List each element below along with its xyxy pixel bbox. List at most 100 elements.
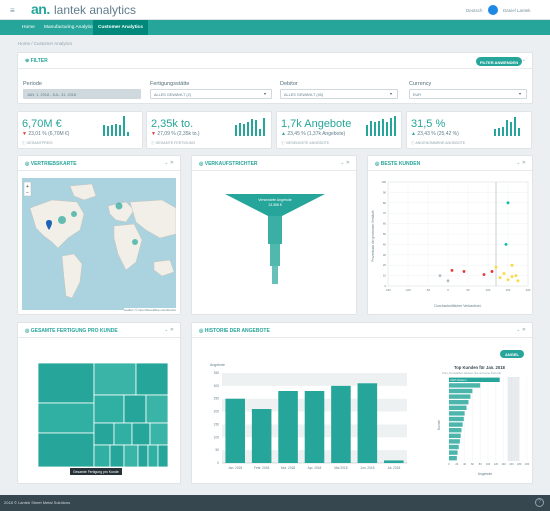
- language-selector[interactable]: Deutsch: [466, 8, 483, 13]
- scatter-point[interactable]: [438, 274, 442, 277]
- history-bar[interactable]: [357, 383, 378, 463]
- scatter-y-tick: 80: [383, 201, 387, 205]
- map-cluster[interactable]: [71, 211, 77, 217]
- side-bar[interactable]: [449, 411, 465, 416]
- kpi-sparkbars: [366, 116, 400, 136]
- kpi-bar: [506, 120, 509, 136]
- side-bar[interactable]: [449, 439, 460, 444]
- scatter-point[interactable]: [516, 279, 520, 283]
- debtor-select[interactable]: ALLES GEWÄHLT (40): [280, 89, 398, 99]
- side-bar[interactable]: [449, 383, 481, 388]
- history-bar[interactable]: [384, 460, 404, 463]
- scatter-point[interactable]: [498, 276, 502, 280]
- scatter-point[interactable]: [450, 269, 454, 272]
- kpi-sparkbars: [103, 116, 137, 136]
- currency-select[interactable]: EUR: [409, 89, 527, 99]
- apply-filter-button[interactable]: FILTER ANWENDEN: [476, 57, 522, 66]
- period-field[interactable]: JAN. 1, 2018 - JUL. 31, 2018: [23, 89, 141, 99]
- scatter-point[interactable]: [504, 243, 508, 246]
- treemap-cell[interactable]: [38, 363, 95, 404]
- side-bar[interactable]: [449, 405, 467, 410]
- scatter-point[interactable]: [462, 270, 466, 273]
- panel-controls[interactable]: ⌄ ✕: [516, 160, 526, 166]
- funnel-stage[interactable]: [268, 216, 282, 244]
- funnel-top-label: Versendete Angebote: [258, 198, 292, 202]
- treemap-cell[interactable]: [93, 363, 137, 396]
- map-cluster[interactable]: [58, 216, 66, 224]
- map-cluster[interactable]: [132, 239, 138, 245]
- side-bar[interactable]: [449, 416, 464, 422]
- panel-controls[interactable]: ⌄ ✕: [516, 327, 526, 333]
- treemap-cell[interactable]: [38, 402, 95, 434]
- funnel-stage[interactable]: [272, 266, 278, 284]
- treemap-cell[interactable]: [123, 394, 147, 424]
- map-cluster[interactable]: [115, 202, 123, 210]
- main-nav: Home Manufacturing Analytics Customer An…: [0, 20, 550, 35]
- filter-chevron-icon[interactable]: ⌄: [522, 57, 526, 63]
- treemap-cell[interactable]: [123, 444, 139, 467]
- plant-label: Fertigungsstätte: [150, 81, 190, 87]
- scatter-point[interactable]: [482, 273, 486, 276]
- scatter-point[interactable]: [502, 272, 506, 275]
- side-bar[interactable]: [449, 394, 471, 399]
- treemap-cell[interactable]: [113, 422, 133, 446]
- scatter-point[interactable]: [510, 275, 514, 279]
- kpi-bar: [394, 116, 397, 136]
- scatter-point[interactable]: [506, 278, 510, 282]
- scatter-point[interactable]: [446, 279, 450, 283]
- side-x-tick: 140: [501, 462, 506, 466]
- treemap-cell[interactable]: [93, 444, 111, 467]
- history-button[interactable]: ANGEL: [500, 350, 524, 358]
- scatter-point[interactable]: [510, 263, 514, 267]
- user-name[interactable]: Daniel Lantek: [503, 8, 531, 13]
- treemap-cell[interactable]: [93, 394, 125, 424]
- history-bar[interactable]: [304, 391, 325, 463]
- side-x-tick: 0: [448, 462, 450, 466]
- side-bar[interactable]: [449, 388, 473, 394]
- map-canvas[interactable]: + −: [22, 178, 176, 310]
- treemap-cell[interactable]: [137, 444, 149, 467]
- side-bar[interactable]: [449, 444, 459, 450]
- funnel-stage[interactable]: [270, 244, 280, 266]
- menu-icon[interactable]: ≡: [10, 6, 15, 15]
- scatter-point[interactable]: [506, 201, 510, 205]
- zoom-out-icon[interactable]: −: [26, 191, 29, 197]
- treemap-cell[interactable]: [147, 444, 159, 467]
- scatter-y-tick: 10: [383, 274, 387, 278]
- side-x-tick: 20: [455, 462, 458, 466]
- history-bar[interactable]: [278, 391, 298, 463]
- treemap-cell[interactable]: [131, 422, 151, 446]
- history-bar[interactable]: [331, 385, 351, 463]
- history-bar[interactable]: [225, 398, 245, 463]
- side-bar[interactable]: [449, 422, 463, 427]
- side-bar[interactable]: [449, 400, 469, 405]
- treemap-cell[interactable]: [149, 422, 168, 446]
- x-tick-label: Jan. 2018: [228, 466, 242, 470]
- help-icon[interactable]: ?: [535, 498, 544, 507]
- nav-home[interactable]: Home: [22, 25, 35, 30]
- panel-controls[interactable]: ⌄ ✕: [164, 160, 174, 166]
- nav-customer[interactable]: Customer Analytics: [93, 20, 148, 35]
- treemap-cell[interactable]: [93, 422, 115, 446]
- scatter-point[interactable]: [494, 265, 498, 269]
- side-first-label: Rath Glisson: [451, 378, 467, 382]
- zoom-in-icon[interactable]: +: [26, 184, 29, 190]
- scatter-point[interactable]: [490, 270, 494, 273]
- treemap-cell[interactable]: [38, 432, 95, 467]
- plant-select[interactable]: ALLES GEWÄHLT (2): [150, 89, 272, 99]
- treemap-cell[interactable]: [157, 444, 168, 467]
- side-bar[interactable]: [449, 456, 457, 461]
- treemap-cell[interactable]: [145, 394, 168, 424]
- panel-controls[interactable]: ⌄ ✕: [164, 327, 174, 333]
- avatar[interactable]: [488, 5, 498, 15]
- treemap-cell[interactable]: [135, 363, 168, 396]
- nav-manufacturing[interactable]: Manufacturing Analytics: [44, 25, 95, 30]
- side-bar[interactable]: [449, 450, 458, 455]
- side-bar[interactable]: [449, 428, 462, 433]
- treemap-cell[interactable]: [109, 444, 125, 467]
- scatter-point[interactable]: [514, 274, 518, 277]
- panel-controls[interactable]: ⌄ ✕: [340, 160, 350, 166]
- history-bar[interactable]: [251, 409, 272, 463]
- side-x-tick: 160: [509, 462, 514, 466]
- side-bar[interactable]: [449, 433, 461, 438]
